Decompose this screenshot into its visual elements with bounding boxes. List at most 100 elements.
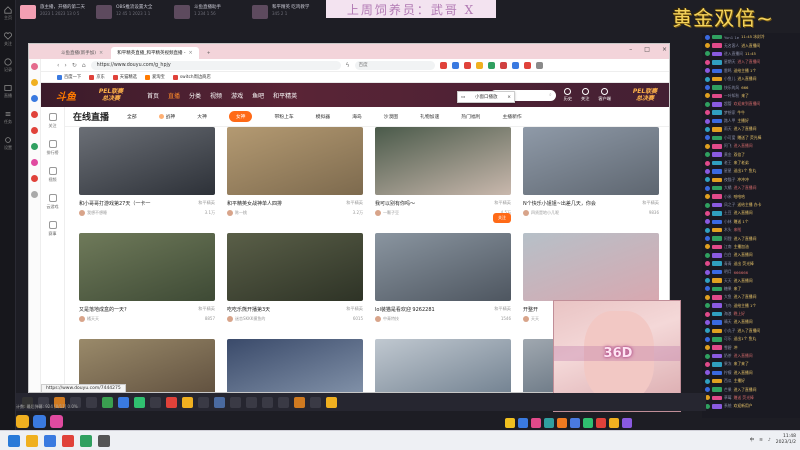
avatar[interactable]	[705, 387, 710, 393]
stream-title[interactable]: 和平精英 吃鸡教学	[272, 4, 309, 10]
avatar[interactable]	[705, 227, 710, 233]
avatar[interactable]	[705, 152, 710, 158]
app-icon[interactable]	[33, 415, 46, 428]
stream-title[interactable]: 旅主播，开播的第二天	[40, 4, 85, 10]
app-icon[interactable]	[150, 396, 161, 408]
category-carry[interactable]: 带粉上车	[274, 113, 293, 120]
streamer-name[interactable]: 我想不想睡	[87, 210, 107, 215]
chat-username[interactable]: 柠檬	[724, 370, 732, 376]
avatar[interactable]	[705, 294, 710, 300]
app-icon[interactable]	[198, 396, 209, 408]
app-icon[interactable]	[182, 396, 193, 408]
app-icon[interactable]	[166, 396, 177, 408]
file-explorer-icon[interactable]	[26, 434, 38, 447]
extension-icon[interactable]	[511, 61, 519, 69]
app-icon[interactable]	[31, 143, 38, 150]
chat-username[interactable]: 大橘	[724, 185, 732, 191]
streamer-name[interactable]: 一颗子豆	[383, 210, 399, 215]
left-nav-events[interactable]: 赛事	[48, 221, 57, 237]
avatar[interactable]	[705, 126, 710, 132]
app-icon[interactable]	[62, 434, 74, 447]
streamer-name[interactable]: 天天	[531, 316, 539, 321]
rail-item-follow[interactable]: 关注	[0, 26, 16, 52]
language-indicator[interactable]: 中	[750, 437, 755, 443]
refresh-icon[interactable]: ↻	[72, 62, 77, 69]
gift-icon[interactable]	[518, 417, 528, 428]
tab-hpjy-live[interactable]: 和平精英直播_和平精英视频直播 - ×	[111, 47, 199, 59]
volume-icon[interactable]: ♪	[768, 438, 771, 443]
stream-thumb[interactable]	[96, 5, 112, 19]
chat-username[interactable]: 明月	[724, 269, 732, 275]
extension-icon[interactable]	[523, 61, 531, 69]
chat-username[interactable]: 果冻	[724, 361, 732, 367]
bookmark-switch-store[interactable]: switch周边商店	[172, 74, 211, 80]
left-nav-rank[interactable]: 排行榜	[47, 140, 59, 156]
chat-username[interactable]: 风之子	[724, 202, 735, 208]
gift-icon[interactable]	[531, 417, 541, 428]
lightning-icon[interactable]: ϟ	[346, 62, 350, 69]
steam-icon[interactable]	[214, 396, 225, 408]
avatar[interactable]	[705, 303, 710, 309]
chat-username[interactable]: 快乐的风	[724, 85, 739, 91]
chat-username[interactable]: 老王	[724, 160, 732, 166]
bookmark-taobao[interactable]: 爱淘宝	[144, 74, 165, 80]
left-nav-video[interactable]: 视频	[48, 167, 57, 183]
app-icon[interactable]	[262, 396, 273, 408]
chat-username[interactable]: 木头	[724, 227, 732, 233]
chat-username[interactable]: 雪碧	[724, 345, 732, 351]
extension-icon[interactable]	[451, 61, 459, 69]
gift-icon[interactable]	[596, 417, 606, 428]
chat-username[interactable]: 星期天	[724, 59, 735, 65]
streamer-name[interactable]: 四贤是地小几呢	[531, 210, 559, 215]
app-icon[interactable]	[31, 127, 38, 134]
nav-category[interactable]: 分类	[189, 91, 201, 100]
app-icon[interactable]	[98, 434, 110, 447]
gift-icon[interactable]	[505, 417, 515, 428]
live-room-card[interactable]: 吃吃乐熊开播第3天 和平精英 迷恋SKKK摸鱼的 6015	[227, 233, 363, 322]
nav-live[interactable]: 直播	[168, 91, 180, 100]
chat-username[interactable]: 小鱼儿	[724, 76, 735, 82]
gift-icon[interactable]	[609, 417, 619, 428]
gift-icon[interactable]	[557, 417, 567, 428]
chat-username[interactable]: 西瓜	[724, 378, 732, 384]
avatar[interactable]	[705, 311, 710, 317]
room-thumbnail[interactable]	[79, 127, 215, 195]
chat-username[interactable]: 草莓	[724, 395, 732, 401]
chat-username[interactable]: 进入直播间	[724, 51, 743, 57]
nav-hpjy[interactable]: 和平精英	[273, 91, 297, 100]
streamer-name[interactable]: 中青特技	[383, 316, 399, 321]
category-goddess[interactable]: 女神	[228, 111, 253, 122]
avatar[interactable]	[705, 143, 710, 149]
chat-username[interactable]: 芒果	[724, 387, 732, 393]
app-icon[interactable]	[310, 396, 321, 408]
chat-username[interactable]: 夜猫子	[724, 177, 735, 183]
chat-username[interactable]: 无名客人	[724, 43, 739, 49]
avatar[interactable]	[705, 34, 710, 40]
douyu-logo[interactable]: 斗鱼	[47, 85, 85, 105]
room-title[interactable]: 我可以别有你吗～	[375, 200, 415, 207]
avatar[interactable]	[705, 177, 710, 183]
url-input[interactable]: https://www.douyu.com/g_hpjy	[90, 60, 341, 70]
maximize-icon[interactable]: □	[644, 46, 650, 53]
room-thumbnail[interactable]	[227, 233, 363, 301]
pel-finals-banner[interactable]: PEL联赛 总决赛	[619, 84, 669, 106]
wifi-icon[interactable]: ≋	[759, 438, 763, 443]
minimize-icon[interactable]: –	[629, 46, 632, 53]
avatar[interactable]	[705, 370, 710, 376]
app-icon[interactable]	[278, 396, 289, 408]
left-nav-cloud-game[interactable]: 云游戏	[47, 194, 59, 210]
avatar[interactable]	[705, 378, 710, 384]
gift-icon[interactable]	[622, 417, 632, 428]
room-title[interactable]: 吃吃乐熊开播第3天	[227, 306, 270, 313]
monitor-icon[interactable]	[86, 396, 97, 408]
avatar[interactable]	[705, 319, 710, 325]
chat-username[interactable]: 海浪	[724, 311, 732, 317]
avatar[interactable]	[705, 328, 710, 334]
chat-username[interactable]: 系统	[724, 403, 732, 409]
live-room-card[interactable]: 和小哥哥打游戏第27天（一卡一 和平精英 我想不想睡 3.1万	[79, 127, 215, 216]
home-icon[interactable]: ⌂	[82, 62, 86, 69]
app-icon[interactable]	[50, 415, 63, 428]
chat-username[interactable]: Yun1 1e	[724, 35, 739, 40]
stream-thumb[interactable]	[20, 5, 36, 19]
category-all[interactable]: 全部	[127, 113, 137, 120]
